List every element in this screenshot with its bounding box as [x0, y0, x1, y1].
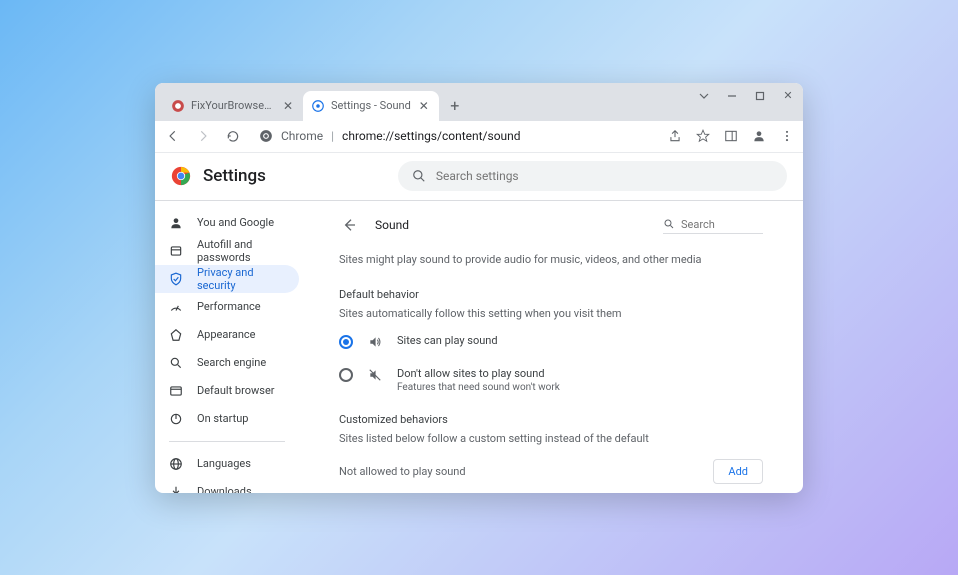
close-icon[interactable]: ✕: [281, 99, 295, 113]
minimize-button[interactable]: [725, 89, 739, 103]
settings-header: Settings: [155, 153, 803, 201]
default-behavior-sub: Sites automatically follow this setting …: [339, 307, 763, 320]
radio-block-sound[interactable]: Don't allow sites to play sound Features…: [339, 367, 763, 393]
url-prefix: Chrome: [281, 129, 323, 143]
sidebar-item-label: Performance: [197, 300, 261, 313]
back-button[interactable]: [163, 126, 183, 146]
browser-window: FixYourBrowser - Your Trusted S ✕ Settin…: [155, 83, 803, 493]
sidebar-item-label: On startup: [197, 412, 248, 425]
radio-allow-sound[interactable]: Sites can play sound: [339, 334, 763, 349]
sidebar-item-label: Default browser: [197, 384, 275, 397]
radio-label-group: Don't allow sites to play sound Features…: [397, 367, 560, 393]
divider: [169, 441, 285, 442]
shield-icon: [169, 272, 183, 286]
sidebar-item-autofill[interactable]: Autofill and passwords: [155, 237, 299, 265]
radio-button[interactable]: [339, 335, 353, 349]
browser-icon: [169, 384, 183, 398]
tab-0[interactable]: FixYourBrowser - Your Trusted S ✕: [163, 91, 303, 121]
download-icon: [169, 485, 183, 493]
tab-1[interactable]: Settings - Sound ✕: [303, 91, 439, 121]
settings-favicon-icon: [311, 99, 325, 113]
power-icon: [169, 412, 183, 426]
chrome-logo-icon: [259, 129, 273, 143]
sidepanel-icon[interactable]: [723, 128, 739, 144]
autofill-icon: [169, 244, 183, 258]
search-icon: [169, 356, 183, 370]
sound-off-icon: [367, 368, 383, 382]
chevron-down-icon[interactable]: [697, 89, 711, 103]
sidebar-item-label: Privacy and security: [197, 266, 285, 292]
profile-icon[interactable]: [751, 128, 767, 144]
url-box[interactable]: Chrome | chrome://settings/content/sound: [253, 129, 657, 143]
bookmark-icon[interactable]: [695, 128, 711, 144]
sidebar-item-languages[interactable]: Languages: [155, 450, 299, 478]
favicon-icon: [171, 99, 185, 113]
share-icon[interactable]: [667, 128, 683, 144]
chrome-logo-icon: [171, 166, 191, 186]
add-blocked-button[interactable]: Add: [713, 459, 763, 484]
search-input[interactable]: [436, 169, 773, 183]
sidebar-item-label: Search engine: [197, 356, 266, 369]
tab-strip: FixYourBrowser - Your Trusted S ✕ Settin…: [155, 91, 467, 121]
tab-title: Settings - Sound: [331, 99, 411, 112]
blocked-site-row: https://fixyourbrowser.com:443 › ⋮: [339, 490, 763, 493]
content-search[interactable]: [663, 216, 763, 234]
reload-button[interactable]: [223, 126, 243, 146]
titlebar: FixYourBrowser - Your Trusted S ✕ Settin…: [155, 83, 803, 121]
content-search-input[interactable]: [681, 218, 751, 231]
globe-icon: [169, 457, 183, 471]
radio-label: Don't allow sites to play sound: [397, 367, 560, 380]
sidebar-item-default-browser[interactable]: Default browser: [155, 377, 299, 405]
address-bar: Chrome | chrome://settings/content/sound: [155, 121, 803, 153]
back-arrow-button[interactable]: [339, 215, 359, 235]
sidebar: You and Google Autofill and passwords Pr…: [155, 201, 299, 493]
custom-behaviors-label: Customized behaviors: [339, 413, 763, 426]
content-scroll[interactable]: Sound Sites might play sound to provide …: [299, 201, 803, 493]
content-title: Sound: [375, 218, 647, 232]
not-allowed-header: Not allowed to play sound Add: [339, 459, 763, 484]
appearance-icon: [169, 328, 183, 342]
intro-text: Sites might play sound to provide audio …: [339, 253, 763, 266]
close-button[interactable]: ✕: [781, 89, 795, 103]
maximize-button[interactable]: [753, 89, 767, 103]
sound-on-icon: [367, 335, 383, 349]
performance-icon: [169, 300, 183, 314]
toolbar-icons: [667, 128, 795, 144]
sidebar-item-startup[interactable]: On startup: [155, 405, 299, 433]
sidebar-item-label: You and Google: [197, 216, 274, 229]
default-behavior-label: Default behavior: [339, 288, 763, 301]
not-allowed-label: Not allowed to play sound: [339, 465, 466, 478]
radio-sublabel: Features that need sound won't work: [397, 382, 560, 393]
sidebar-item-label: Languages: [197, 457, 251, 470]
search-icon: [412, 169, 426, 183]
tab-title: FixYourBrowser - Your Trusted S: [191, 99, 275, 112]
sidebar-item-downloads[interactable]: Downloads: [155, 478, 299, 493]
menu-icon[interactable]: [779, 128, 795, 144]
close-icon[interactable]: ✕: [417, 99, 431, 113]
forward-button[interactable]: [193, 126, 213, 146]
search-settings[interactable]: [398, 161, 787, 191]
content-header: Sound: [339, 215, 763, 235]
radio-button[interactable]: [339, 368, 353, 382]
radio-label: Sites can play sound: [397, 334, 498, 347]
sidebar-item-privacy[interactable]: Privacy and security: [155, 265, 299, 293]
sidebar-item-label: Downloads: [197, 485, 252, 493]
sidebar-item-you-and-google[interactable]: You and Google: [155, 209, 299, 237]
new-tab-button[interactable]: +: [443, 94, 467, 118]
sidebar-item-appearance[interactable]: Appearance: [155, 321, 299, 349]
window-controls: ✕: [697, 89, 795, 103]
custom-behaviors-sub: Sites listed below follow a custom setti…: [339, 432, 763, 445]
sidebar-item-search[interactable]: Search engine: [155, 349, 299, 377]
sidebar-item-performance[interactable]: Performance: [155, 293, 299, 321]
url-path: chrome://settings/content/sound: [342, 129, 521, 143]
content: Sound Sites might play sound to provide …: [299, 201, 803, 493]
page-title: Settings: [203, 166, 266, 186]
sidebar-item-label: Autofill and passwords: [197, 238, 285, 264]
settings-body: You and Google Autofill and passwords Pr…: [155, 201, 803, 493]
person-icon: [169, 216, 183, 230]
sidebar-item-label: Appearance: [197, 328, 256, 341]
search-icon: [663, 218, 675, 230]
